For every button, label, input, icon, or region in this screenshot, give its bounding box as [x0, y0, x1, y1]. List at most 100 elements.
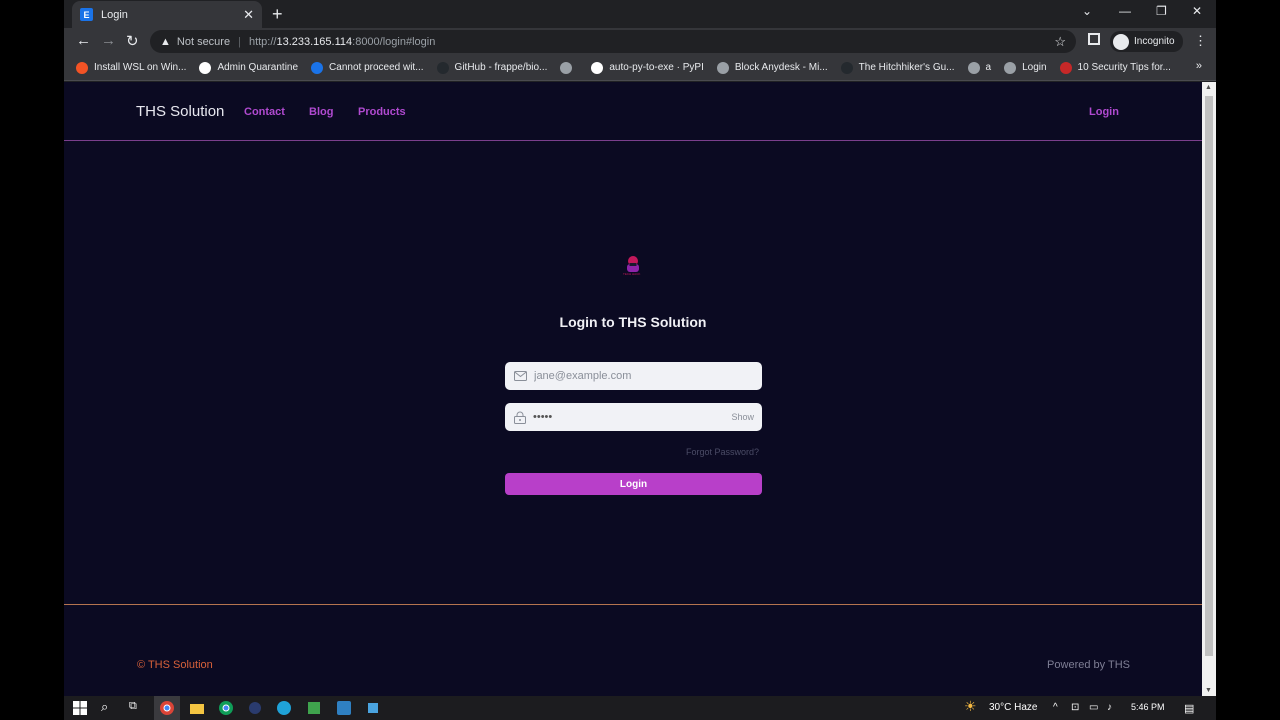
tab-title: Login	[101, 8, 128, 21]
network-tool-icon[interactable]	[306, 700, 322, 716]
bookmark-label: GitHub - frappe/bio...	[454, 62, 548, 73]
address-bar[interactable]: ▲ Not secure | http:// 13.233.165.114 :8…	[150, 30, 1076, 53]
remote-desktop-icon[interactable]	[365, 700, 381, 716]
bookmark-item[interactable]	[560, 61, 578, 74]
window-close-icon[interactable]: ✕	[1192, 4, 1202, 18]
bookmark-label: The Hitchhiker's Gu...	[858, 62, 955, 73]
mail-icon	[514, 371, 527, 381]
bookmark-label: Block Anydesk - Mi...	[734, 62, 828, 73]
bookmark-label: Install WSL on Win...	[94, 62, 187, 73]
email-field[interactable]	[505, 362, 762, 390]
login-heading: Login to THS Solution	[559, 314, 707, 330]
bookmark-favicon-icon	[1004, 61, 1017, 74]
side-panel-icon[interactable]	[1088, 33, 1100, 45]
footer-powered-by: Powered by THS	[1047, 659, 1130, 671]
bookmark-favicon-icon	[436, 61, 449, 74]
chrome-app-icon[interactable]	[218, 700, 234, 716]
scrollbar-thumb[interactable]	[1205, 96, 1213, 656]
login-button[interactable]: Login	[505, 473, 762, 495]
bookmark-label: auto-py-to-exe · PyPI	[609, 62, 704, 73]
bookmark-favicon-icon	[716, 61, 729, 74]
password-input[interactable]	[533, 411, 732, 423]
bookmark-item[interactable]: The Hitchhiker's Gu...	[840, 61, 955, 74]
lock-icon	[514, 411, 526, 424]
kebab-menu-icon[interactable]: ⋮	[1194, 33, 1207, 49]
tray-app-icon[interactable]: ⊡	[1071, 702, 1079, 713]
bookmark-item[interactable]: Cannot proceed wit...	[311, 61, 424, 74]
url-scheme: http://	[248, 35, 277, 48]
password-field[interactable]: Show	[505, 403, 762, 431]
bookmark-label: Login	[1022, 62, 1047, 73]
bookmark-item[interactable]: Install WSL on Win...	[76, 61, 187, 74]
scroll-down-icon[interactable]: ▼	[1205, 687, 1212, 694]
bookmark-item[interactable]: Admin Quarantine	[199, 61, 298, 74]
bookmark-favicon-icon	[560, 61, 573, 74]
weather-label[interactable]: 30°C Haze	[989, 702, 1037, 713]
incognito-label: Incognito	[1134, 36, 1175, 47]
bookmark-favicon-icon	[199, 61, 212, 74]
bookmark-item[interactable]: 10 Security Tips for...	[1059, 61, 1171, 74]
bookmark-favicon-icon	[967, 61, 980, 74]
warning-icon[interactable]: ▲	[160, 36, 171, 48]
clock[interactable]: 5:46 PM	[1131, 702, 1165, 712]
email-input[interactable]	[534, 370, 762, 382]
minimize-icon[interactable]: —	[1119, 4, 1131, 18]
edge-icon[interactable]	[276, 700, 292, 716]
incognito-icon	[1113, 33, 1129, 50]
nav-link-blog[interactable]: Blog	[309, 106, 333, 118]
bookmark-label: a	[985, 62, 992, 73]
bookmark-item[interactable]: GitHub - frappe/bio...	[436, 61, 548, 74]
url-host: 13.233.165.114	[276, 35, 353, 48]
bookmarks-bar: Install WSL on Win... Admin Quarantine Can…	[64, 55, 1216, 81]
forgot-password-link[interactable]: Forgot Password?	[686, 447, 759, 457]
tab-login[interactable]: E Login ✕	[72, 1, 262, 28]
url-path: :8000/login#login	[352, 35, 436, 48]
new-tab-button[interactable]: +	[272, 4, 283, 25]
scroll-up-icon[interactable]: ▲	[1205, 84, 1212, 91]
chrome-icon	[160, 701, 174, 715]
bookmark-item[interactable]: a	[967, 61, 992, 74]
nav-link-contact[interactable]: Contact	[244, 106, 285, 118]
windows-taskbar: ⌕ ⧉ ☀ 30°C Haze ^ ⊡ ▭ ♪ 5:46 PM ▤	[64, 696, 1216, 720]
windows-start-icon[interactable]	[72, 700, 88, 716]
browser-toolbar: ← → ↻ ▲ Not secure | http:// 13.233.165.…	[64, 28, 1216, 55]
reload-icon[interactable]: ↻	[126, 32, 139, 50]
search-icon[interactable]: ⌕	[101, 699, 108, 715]
restore-icon[interactable]: ❐	[1156, 4, 1167, 18]
notification-icon[interactable]: ▤	[1184, 702, 1194, 715]
tab-close-icon[interactable]: ✕	[243, 7, 254, 23]
bookmark-item[interactable]: auto-py-to-exe · PyPI	[591, 61, 704, 74]
taskbar-chrome-active[interactable]	[154, 696, 180, 720]
site-brand[interactable]: THS Solution	[136, 103, 224, 120]
bookmark-item[interactable]: Block Anydesk - Mi...	[716, 61, 828, 74]
app-icon[interactable]	[247, 700, 263, 716]
footer-copyright: © THS Solution	[137, 659, 213, 671]
nav-login-link[interactable]: Login	[1089, 106, 1119, 118]
bookmark-favicon-icon	[591, 61, 604, 74]
incognito-badge[interactable]: Incognito	[1110, 31, 1183, 52]
tab-search-icon[interactable]: ⌄	[1082, 4, 1092, 18]
page-scrollbar[interactable]: ▲ ▼	[1202, 82, 1216, 696]
task-view-icon[interactable]: ⧉	[129, 700, 137, 713]
bookmarks-overflow-icon[interactable]: »	[1196, 60, 1202, 72]
bookmark-star-icon[interactable]: ☆	[1054, 34, 1066, 50]
bookmark-favicon-icon	[311, 61, 324, 74]
back-arrow-icon[interactable]: ←	[76, 32, 91, 49]
site-navbar: THS Solution Contact Blog Products Login	[64, 82, 1202, 141]
network-icon[interactable]: ▭	[1089, 702, 1098, 713]
nav-link-products[interactable]: Products	[358, 106, 406, 118]
show-password-toggle[interactable]: Show	[731, 412, 754, 422]
tray-chevron-icon[interactable]: ^	[1053, 702, 1058, 713]
bookmark-favicon-icon	[1059, 61, 1072, 74]
tab-favicon-icon: E	[80, 8, 93, 21]
weather-icon[interactable]: ☀	[964, 698, 977, 715]
security-label[interactable]: Not secure	[177, 36, 230, 48]
logo-caption: TECH HACK	[623, 272, 641, 276]
vscode-icon[interactable]	[336, 700, 352, 716]
forward-arrow-icon[interactable]: →	[101, 32, 116, 49]
tab-strip: E Login ✕ + ⌄ — ❐ ✕	[64, 0, 1216, 28]
volume-icon[interactable]: ♪	[1107, 702, 1112, 713]
bookmark-favicon-icon	[76, 61, 88, 74]
bookmark-item[interactable]: Login	[1004, 61, 1047, 74]
file-explorer-icon[interactable]	[189, 700, 205, 716]
